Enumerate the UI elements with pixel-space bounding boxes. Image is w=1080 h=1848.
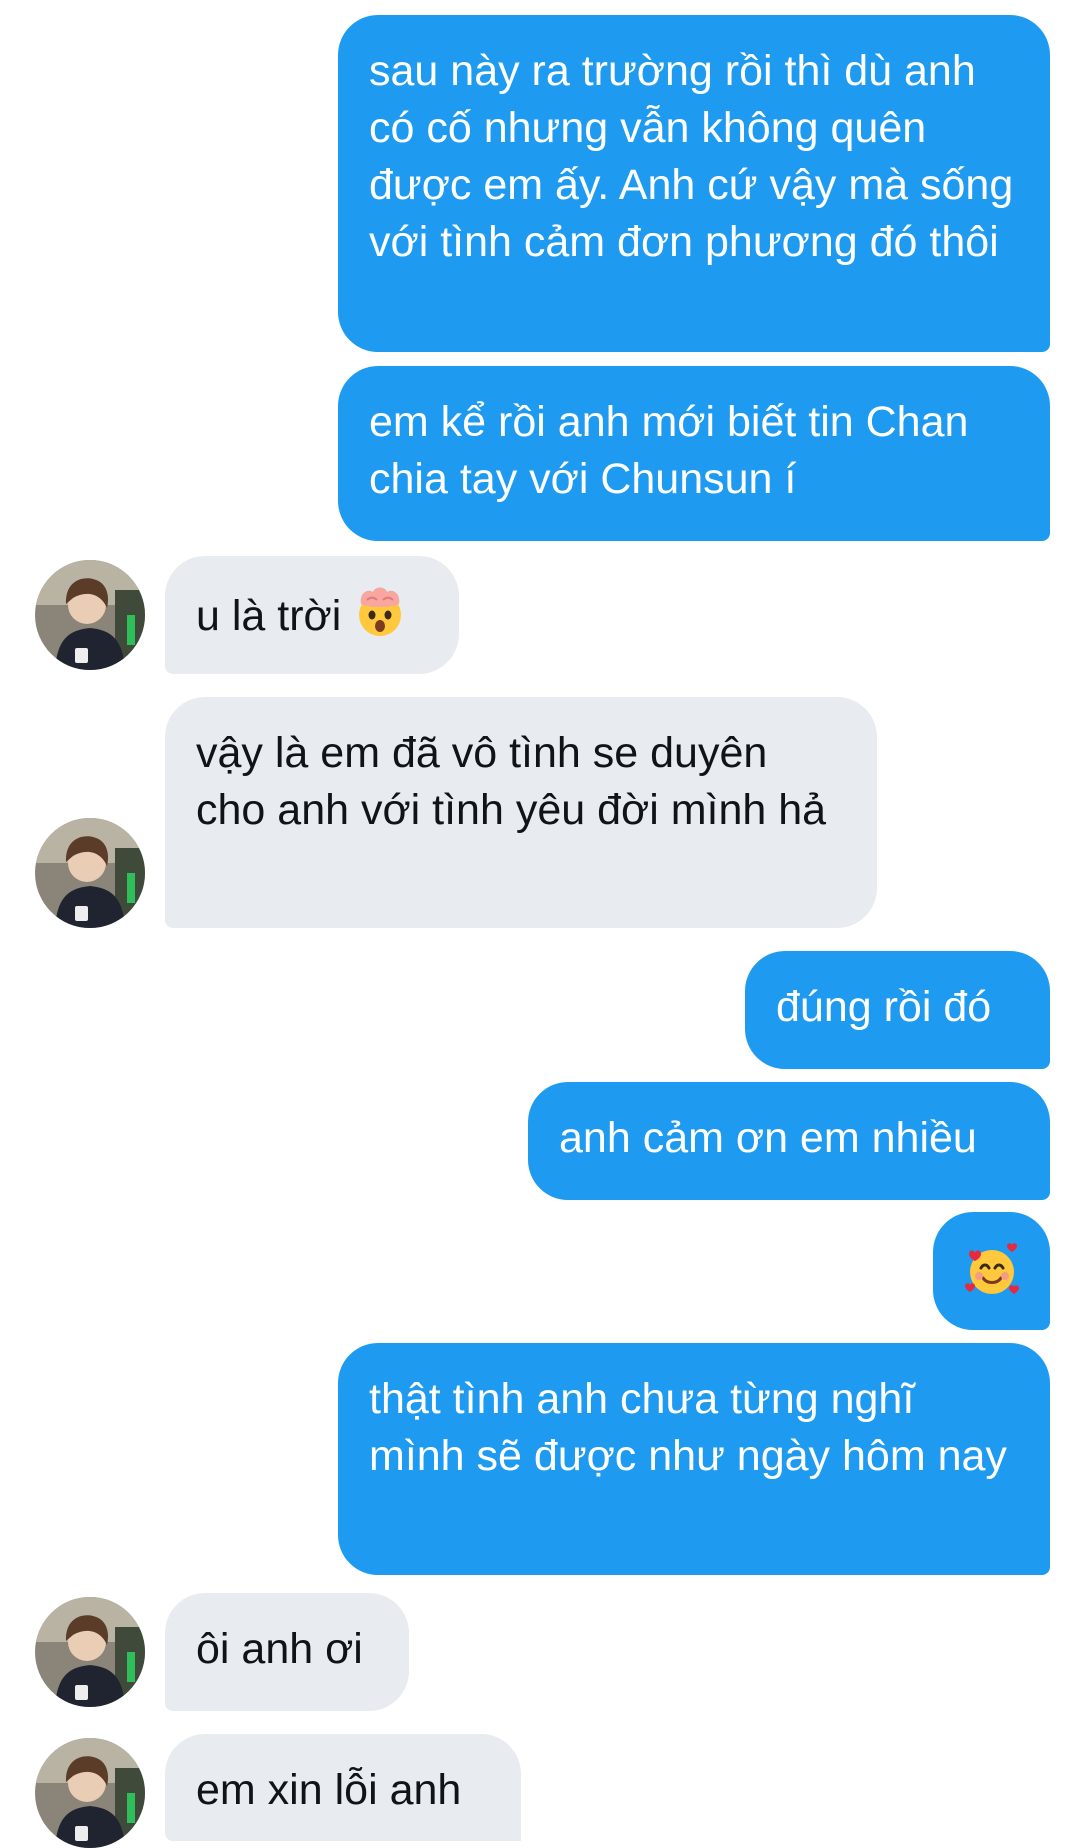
chat-thread: sau này ra trường rồi thì dù anh có cố n…: [0, 0, 1080, 1848]
message-text: ôi anh ơi: [196, 1625, 363, 1673]
message-text: u là trời: [196, 591, 342, 640]
message-text: em kể rồi anh mới biết tin Chan chia tay…: [369, 398, 969, 503]
message-text: sau này ra trường rồi thì dù anh có cố n…: [369, 47, 1014, 266]
avatar[interactable]: [35, 1597, 145, 1707]
avatar[interactable]: [35, 818, 145, 928]
sent-message-bubble[interactable]: [933, 1212, 1050, 1330]
sent-message-bubble[interactable]: thật tình anh chưa từng nghĩ mình sẽ đượ…: [338, 1343, 1050, 1575]
sent-message-bubble[interactable]: em kể rồi anh mới biết tin Chan chia tay…: [338, 366, 1050, 541]
avatar[interactable]: [35, 1738, 145, 1848]
message-text: thật tình anh chưa từng nghĩ mình sẽ đượ…: [369, 1375, 1007, 1480]
avatar[interactable]: [35, 560, 145, 670]
exploding-head-emoji: [353, 584, 407, 653]
message-text: vậy là em đã vô tình se duyên cho anh vớ…: [196, 729, 827, 834]
message-text: anh cảm ơn em nhiều: [559, 1114, 977, 1162]
sent-message-bubble[interactable]: đúng rồi đó: [745, 951, 1050, 1069]
message-text: em xin lỗi anh: [196, 1766, 462, 1814]
received-message-bubble[interactable]: vậy là em đã vô tình se duyên cho anh vớ…: [165, 697, 877, 928]
smiling-face-with-hearts-emoji: [963, 1242, 1021, 1315]
received-message-bubble[interactable]: u là trời: [165, 556, 459, 674]
received-message-bubble[interactable]: ôi anh ơi: [165, 1593, 409, 1711]
sent-message-bubble[interactable]: anh cảm ơn em nhiều: [528, 1082, 1050, 1200]
message-text: đúng rồi đó: [776, 983, 992, 1031]
received-message-bubble[interactable]: em xin lỗi anh: [165, 1734, 521, 1841]
sent-message-bubble[interactable]: sau này ra trường rồi thì dù anh có cố n…: [338, 15, 1050, 352]
